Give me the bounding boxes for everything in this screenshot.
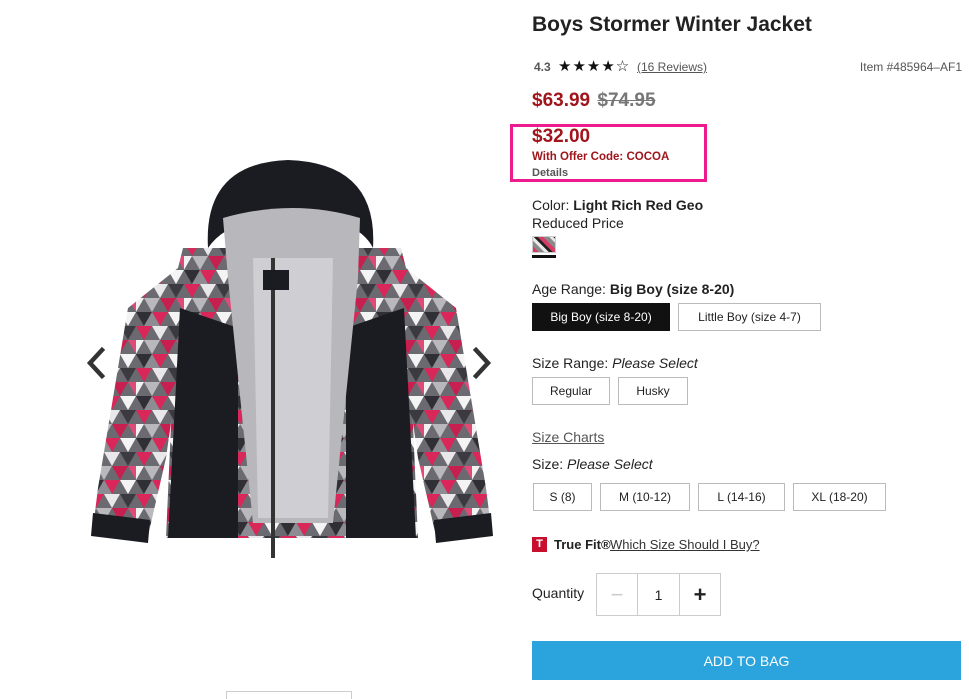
chevron-right-icon <box>472 346 492 380</box>
quantity-label: Quantity <box>532 585 585 601</box>
product-info: Boys Stormer Winter Jacket 4.3 ★★★★☆ (16… <box>510 0 969 699</box>
size-charts-link[interactable]: Size Charts <box>532 429 604 445</box>
color-label: Color: <box>532 197 570 213</box>
product-title: Boys Stormer Winter Jacket <box>532 13 812 36</box>
next-image-button[interactable] <box>470 346 494 380</box>
offer-code-text: With Offer Code: COCOA <box>532 151 670 163</box>
offer-details-link[interactable]: Details <box>532 167 568 179</box>
color-value: Light Rich Red Geo <box>573 197 704 213</box>
size-option-m[interactable]: M (10-12) <box>600 483 690 511</box>
thumbnail-strip[interactable] <box>226 691 352 699</box>
rating-value: 4.3 <box>534 60 551 74</box>
product-image[interactable] <box>88 158 496 574</box>
rating-row: 4.3 ★★★★☆ (16 Reviews) Item #485964–AF1 <box>534 58 962 75</box>
size-range-row: Size Range: Please Select <box>532 355 698 371</box>
color-row: Color: Light Rich Red Geo <box>532 197 703 213</box>
age-range-value: Big Boy (size 8-20) <box>609 281 735 297</box>
size-row: Size: Please Select <box>532 456 653 472</box>
add-to-bag-button[interactable]: ADD TO BAG <box>532 641 961 680</box>
quantity-value[interactable]: 1 <box>638 574 679 615</box>
star-rating-icon: ★★★★☆ <box>558 58 631 75</box>
size-option-s[interactable]: S (8) <box>533 483 592 511</box>
quantity-decrease-button[interactable]: − <box>597 574 638 615</box>
size-option-l[interactable]: L (14-16) <box>698 483 785 511</box>
color-swatch[interactable] <box>532 236 556 258</box>
size-range-regular[interactable]: Regular <box>532 377 610 405</box>
truefit-logo-icon: T <box>532 537 547 552</box>
truefit-brand: True Fit® <box>554 537 611 552</box>
age-option-little-boy[interactable]: Little Boy (size 4-7) <box>678 303 821 331</box>
age-range-row: Age Range: Big Boy (size 8-20) <box>532 281 734 297</box>
reviews-link[interactable]: (16 Reviews) <box>637 60 707 74</box>
size-range-value: Please Select <box>612 355 698 371</box>
quantity-increase-button[interactable]: + <box>679 574 720 615</box>
size-value: Please Select <box>567 456 653 472</box>
offer-price: $32.00 <box>532 126 591 147</box>
age-option-big-boy[interactable]: Big Boy (size 8-20) <box>532 303 670 331</box>
size-range-label: Size Range: <box>532 355 609 371</box>
swatch-tile <box>532 236 556 253</box>
reduced-price-note: Reduced Price <box>532 215 624 231</box>
image-gallery <box>0 0 520 699</box>
size-label: Size: <box>532 456 564 472</box>
truefit-link[interactable]: Which Size Should I Buy? <box>610 537 760 552</box>
item-number: Item #485964–AF1 <box>859 60 962 74</box>
price-row: $63.99 $74.95 <box>532 90 656 112</box>
size-range-husky[interactable]: Husky <box>618 377 688 405</box>
original-price: $74.95 <box>597 90 656 111</box>
size-option-xl[interactable]: XL (18-20) <box>793 483 886 511</box>
age-range-label: Age Range: <box>532 281 606 297</box>
sale-price: $63.99 <box>532 90 591 111</box>
swatch-selected-indicator <box>532 255 556 258</box>
quantity-stepper: − 1 + <box>596 573 721 616</box>
